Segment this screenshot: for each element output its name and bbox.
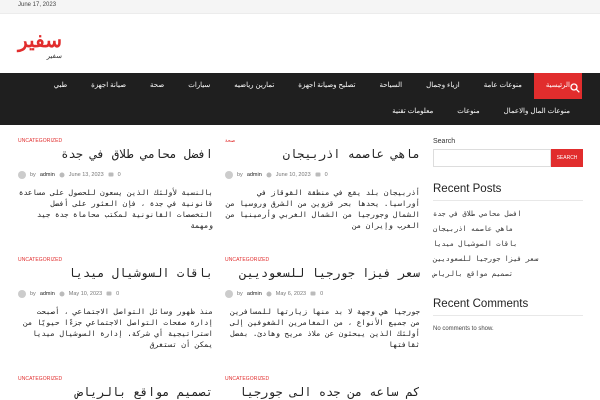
nav-item-tourism[interactable]: السياحة — [367, 73, 414, 99]
by-label: by — [30, 172, 36, 178]
post-date[interactable]: June 10, 2023 — [276, 172, 311, 178]
post-comment-count[interactable]: 0 — [320, 291, 323, 297]
nav-item-cars[interactable]: سيارات — [176, 73, 222, 99]
post-title[interactable]: ماهي عاصمه اذربيجان — [225, 147, 420, 161]
search-icon[interactable] — [570, 80, 582, 93]
post-category[interactable]: صحة — [225, 138, 420, 144]
post-title[interactable]: سعر فيزا جورجيا للسعوديين — [225, 266, 420, 280]
post-author[interactable]: admin — [247, 172, 262, 178]
comment-icon — [315, 172, 321, 177]
post-category[interactable]: UNCATEGORIZED — [18, 376, 213, 382]
site-tagline: سفير — [46, 53, 62, 60]
comment-icon — [106, 291, 112, 296]
no-comments-text: No comments to show. — [433, 326, 494, 332]
post-date[interactable]: June 13, 2023 — [69, 172, 104, 178]
post-card: صحة ماهي عاصمه اذربيجان by admin June 10… — [225, 138, 420, 231]
nav-item-fashion[interactable]: ازياء وجمال — [414, 73, 472, 99]
top-bar: June 17, 2023 — [0, 0, 600, 14]
comment-icon — [310, 291, 316, 296]
nav-row-2: منوعات المال والاعمال منوعات معلومات تقن… — [18, 99, 582, 125]
post-author[interactable]: admin — [40, 172, 55, 178]
nav-row-1: الرئيسية منوعات عامة ازياء وجمال السياحة… — [18, 73, 582, 99]
clock-icon — [266, 172, 272, 178]
by-label: by — [30, 291, 36, 297]
nav-item-general[interactable]: منوعات عامة — [472, 73, 534, 99]
post-meta: by admin June 10, 2023 0 — [225, 171, 420, 179]
main-navigation: الرئيسية منوعات عامة ازياء وجمال السياحة… — [0, 73, 600, 125]
nav-item-medical[interactable]: طبي — [42, 73, 80, 99]
avatar — [225, 290, 233, 298]
post-category[interactable]: UNCATEGORIZED — [18, 257, 213, 263]
post-excerpt: أذربيجان بلد يقع في منطقة القوقاز في أور… — [225, 188, 420, 230]
recent-posts-list: افضل محامي طلاق في جدة ماهي عاصمه اذربيج… — [433, 207, 583, 282]
recent-post-link[interactable]: ماهي عاصمه اذربيجان — [433, 222, 583, 237]
site-branding: سفير سفير — [18, 30, 62, 60]
nav-item-device-repair[interactable]: تصليح وصيانة اجهزة — [286, 73, 367, 99]
by-label: by — [237, 291, 243, 297]
post-comment-count[interactable]: 0 — [325, 172, 328, 178]
post-title[interactable]: افضل محامي طلاق في جدة — [18, 147, 213, 161]
recent-posts-heading: Recent Posts — [433, 183, 583, 201]
nav-item-misc[interactable]: منوعات — [445, 99, 491, 125]
search-button[interactable]: SEARCH — [551, 149, 583, 167]
post-date[interactable]: May 10, 2023 — [69, 291, 102, 297]
sidebar: Search SEARCH Recent Posts افضل محامي طل… — [433, 138, 583, 332]
post-category[interactable]: UNCATEGORIZED — [225, 257, 420, 263]
post-comment-count[interactable]: 0 — [116, 291, 119, 297]
post-date[interactable]: May 6, 2023 — [276, 291, 306, 297]
post-title[interactable]: تصميم مواقع بالرياض — [18, 385, 213, 399]
post-meta: by admin May 6, 2023 0 — [225, 290, 420, 298]
site-logo[interactable]: سفير — [18, 30, 62, 50]
post-card: UNCATEGORIZED باقات السوشيال ميديا by ad… — [18, 257, 213, 350]
recent-comments-heading: Recent Comments — [433, 298, 583, 316]
clock-icon — [59, 172, 65, 178]
nav-item-sports[interactable]: تمارين رياضيه — [222, 73, 286, 99]
post-excerpt: منذ ظهور وسائل التواصل الاجتماعي ، أصبحت… — [23, 307, 213, 349]
avatar — [225, 171, 233, 179]
post-card: UNCATEGORIZED تصميم مواقع بالرياض — [18, 376, 213, 399]
clock-icon — [59, 291, 65, 297]
nav-item-tech[interactable]: معلومات تقنية — [380, 99, 445, 125]
post-category[interactable]: UNCATEGORIZED — [225, 376, 420, 382]
post-excerpt: جورجيا هي وجهة لا بد منها زيارتها للمساف… — [230, 307, 420, 349]
post-card: UNCATEGORIZED كم ساعه من جده الى جورجيا — [225, 376, 420, 399]
comment-icon — [108, 172, 114, 177]
current-date: June 17, 2023 — [18, 2, 57, 8]
clock-icon — [266, 291, 272, 297]
post-card: UNCATEGORIZED افضل محامي طلاق في جدة by … — [18, 138, 213, 231]
recent-post-link[interactable]: تصميم مواقع بالرياض — [433, 267, 583, 282]
post-author[interactable]: admin — [40, 291, 55, 297]
nav-item-health[interactable]: صحة — [138, 73, 176, 99]
search-input[interactable] — [433, 149, 551, 167]
post-title[interactable]: كم ساعه من جده الى جورجيا — [225, 385, 420, 399]
post-title[interactable]: باقات السوشيال ميديا — [18, 266, 214, 280]
search-label: Search — [433, 138, 456, 145]
avatar — [18, 290, 26, 298]
nav-item-business[interactable]: منوعات المال والاعمال — [492, 99, 582, 125]
post-category[interactable]: UNCATEGORIZED — [18, 138, 213, 144]
post-author[interactable]: admin — [247, 291, 262, 297]
by-label: by — [237, 172, 243, 178]
post-card: UNCATEGORIZED سعر فيزا جورجيا للسعوديين … — [225, 257, 420, 350]
post-meta: by admin June 13, 2023 0 — [18, 171, 213, 179]
nav-item-maintenance[interactable]: صيانة اجهزة — [79, 73, 138, 99]
post-excerpt: بالنسبة لأولئك الذين يسعون للحصول على مس… — [18, 188, 213, 230]
recent-post-link[interactable]: باقات السوشيال ميديا — [433, 237, 583, 252]
search-form: SEARCH — [433, 149, 583, 167]
post-comment-count[interactable]: 0 — [118, 172, 121, 178]
avatar — [18, 171, 26, 179]
post-meta: by admin May 10, 2023 0 — [18, 290, 213, 298]
recent-post-link[interactable]: افضل محامي طلاق في جدة — [433, 207, 583, 222]
recent-post-link[interactable]: سعر فيزا جورجيا للسعوديين — [433, 252, 583, 267]
